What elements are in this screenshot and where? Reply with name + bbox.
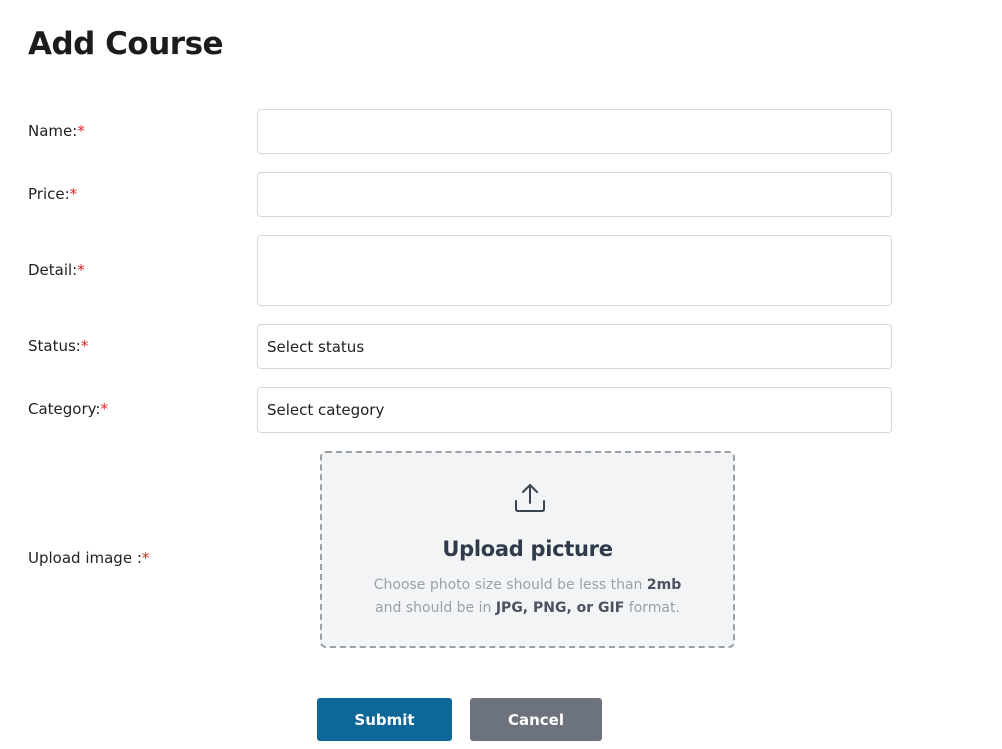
cancel-button[interactable]: Cancel xyxy=(470,698,602,741)
upload-hint-line-1: Choose photo size should be less than 2m… xyxy=(322,577,733,593)
category-select[interactable]: Select category xyxy=(257,387,892,433)
required-marker: * xyxy=(77,261,85,279)
name-label: Name:* xyxy=(28,121,85,141)
required-marker: * xyxy=(100,400,108,418)
required-marker: * xyxy=(77,122,85,140)
category-label-text: Category: xyxy=(28,400,101,418)
price-label-text: Price: xyxy=(28,185,70,203)
name-input[interactable] xyxy=(257,109,892,154)
required-marker: * xyxy=(141,549,150,567)
upload-hint-size-text: Choose photo size should be less than xyxy=(373,577,643,593)
upload-hint-size-value: 2mb xyxy=(646,577,682,593)
category-label: Category:* xyxy=(28,399,108,419)
required-marker: * xyxy=(69,185,78,203)
status-label: Status:* xyxy=(28,336,88,356)
upload-icon xyxy=(515,484,545,512)
upload-hint-format-prefix: and should be in xyxy=(375,600,492,616)
upload-image-label-text: Upload image : xyxy=(28,549,142,567)
status-select-value: Select status xyxy=(267,337,365,356)
price-input[interactable] xyxy=(257,172,892,217)
status-select[interactable]: Select status xyxy=(257,324,892,369)
detail-label: Detail:* xyxy=(28,260,85,280)
status-label-text: Status: xyxy=(28,337,81,355)
detail-label-text: Detail: xyxy=(28,261,78,279)
page-title: Add Course xyxy=(28,26,224,62)
detail-textarea[interactable] xyxy=(257,235,892,306)
required-marker: * xyxy=(80,337,89,355)
upload-hint-line-2: and should be in JPG, PNG, or GIF format… xyxy=(322,600,733,616)
upload-image-label: Upload image :* xyxy=(28,548,149,568)
upload-title: Upload picture xyxy=(442,537,613,561)
submit-button[interactable]: Submit xyxy=(317,698,452,741)
name-label-text: Name: xyxy=(28,122,78,140)
price-label: Price:* xyxy=(28,184,77,204)
category-select-value: Select category xyxy=(267,401,385,419)
upload-hint-format-suffix: format. xyxy=(628,600,680,616)
upload-hint-formats: JPG, PNG, or GIF xyxy=(495,600,625,616)
upload-dropzone[interactable]: Upload picture Choose photo size should … xyxy=(320,451,735,648)
